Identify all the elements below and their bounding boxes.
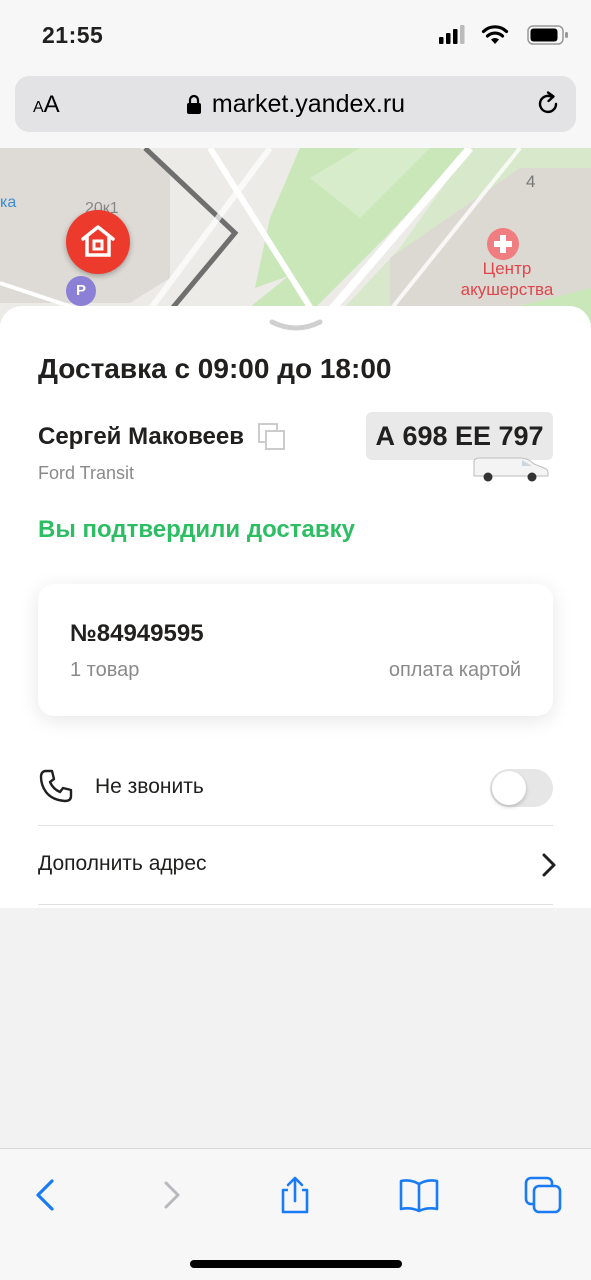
- vehicle-model: Ford Transit: [38, 463, 135, 483]
- reload-icon[interactable]: [534, 90, 562, 118]
- copy-icon[interactable]: [258, 423, 286, 451]
- courier-name: Сергей Маковеев: [38, 423, 244, 450]
- no-call-label: Не звонить: [95, 775, 204, 798]
- map-label-house: 4: [526, 172, 536, 191]
- back-icon[interactable]: [26, 1175, 66, 1215]
- no-call-row[interactable]: Не звонить: [38, 756, 553, 826]
- order-number: №84949595: [70, 620, 204, 647]
- phone-icon: [39, 769, 73, 803]
- delivery-sheet: Доставка с 09:00 до 18:00 Сергей Маковее…: [0, 306, 591, 908]
- status-time: 21:55: [42, 22, 104, 48]
- order-card[interactable]: №84949595 1 товар оплата картой: [38, 584, 553, 716]
- url-text: market.yandex.ru: [211, 90, 406, 118]
- wifi-icon: [481, 25, 509, 44]
- tabs-icon[interactable]: [523, 1175, 563, 1215]
- delivery-title: Доставка с 09:00 до 18:00: [38, 353, 392, 384]
- forward-icon[interactable]: [152, 1175, 192, 1215]
- browser-toolbar: [0, 1148, 591, 1280]
- van-icon: [473, 457, 549, 482]
- house-icon: [81, 225, 115, 257]
- share-icon[interactable]: [275, 1175, 315, 1215]
- battery-icon: [527, 25, 568, 45]
- order-items-count: 1 товар: [70, 659, 140, 681]
- add-address-label: Дополнить адрес: [38, 852, 207, 875]
- signal-icon: [439, 25, 465, 44]
- address-bar[interactable]: AA market.yandex.ru: [15, 76, 576, 132]
- sheet-handle-icon[interactable]: [268, 316, 324, 336]
- parking-icon: P: [66, 276, 96, 306]
- bookmarks-icon[interactable]: [399, 1175, 439, 1215]
- delivery-map[interactable]: ка 20к1 4 P Центр акушерства: [0, 148, 591, 323]
- map-label-tsentr: Центр акушерства: [460, 259, 554, 299]
- toggle-knob: [492, 771, 526, 805]
- home-indicator: [190, 1260, 402, 1268]
- lock-icon: [186, 94, 201, 114]
- add-address-row[interactable]: Дополнить адрес: [38, 826, 556, 905]
- delivery-status: Вы подтвердили доставку: [38, 516, 355, 543]
- browser-top: 21:55 AA market.yandex.ru: [0, 0, 591, 148]
- map-label-ka: ка: [0, 194, 17, 211]
- chevron-right-icon: [542, 853, 556, 877]
- url-display[interactable]: market.yandex.ru: [15, 90, 576, 119]
- home-pin-icon[interactable]: [66, 210, 130, 274]
- medical-icon: [487, 228, 519, 260]
- system-icons: [429, 24, 569, 48]
- order-payment-method: оплата картой: [388, 659, 521, 681]
- no-call-toggle[interactable]: [490, 769, 553, 807]
